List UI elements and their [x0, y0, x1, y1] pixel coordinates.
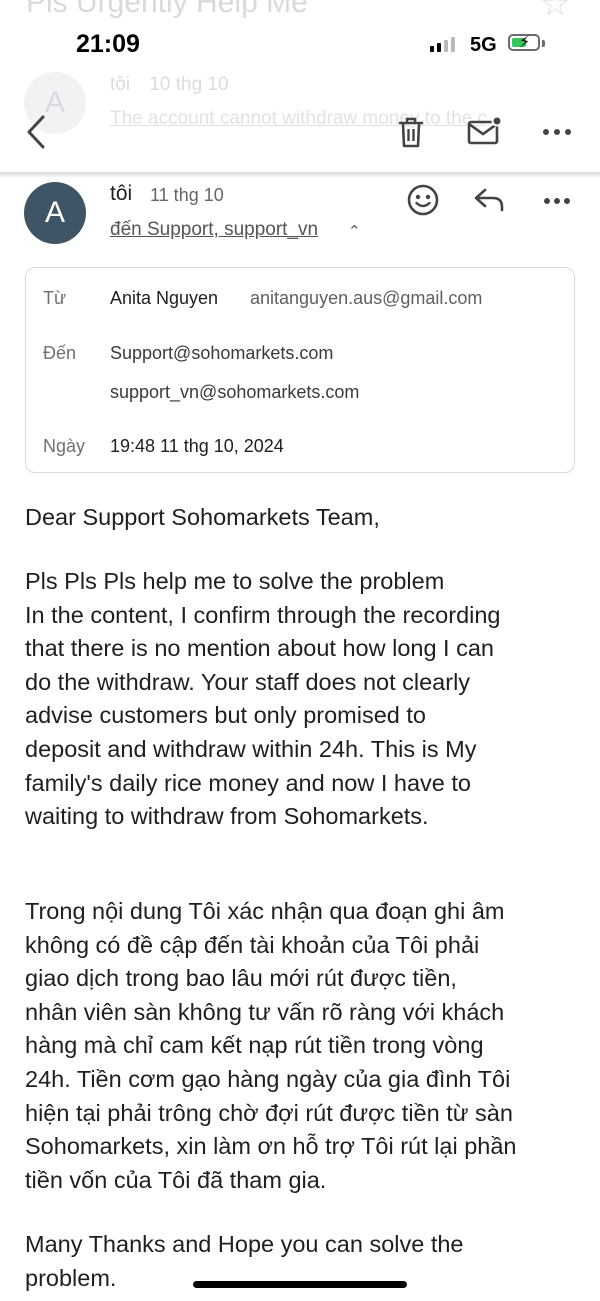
status-time: 21:09 [76, 30, 140, 58]
from-name[interactable]: Anita Nguyen [110, 288, 218, 309]
delete-button[interactable] [396, 114, 426, 150]
back-button[interactable] [18, 112, 54, 152]
avatar[interactable]: A [24, 182, 86, 244]
subject-title: Pls Urgently Help Me [26, 0, 308, 19]
previous-message-sender: tôi [110, 74, 131, 95]
more-horizontal-icon [544, 198, 570, 204]
battery-icon: ⚡ [508, 34, 540, 51]
message-date: 11 thg 10 [150, 185, 224, 205]
toolbar-shadow [0, 172, 600, 178]
body-english: Pls Pls Pls help me to solve the problem… [25, 568, 501, 830]
previous-message-meta[interactable]: tôi 10 thg 10 [110, 74, 229, 96]
previous-message-date: 10 thg 10 [149, 74, 229, 95]
date-value: 19:48 11 thg 10, 2024 [110, 436, 284, 456]
more-horizontal-icon [543, 129, 571, 135]
to-label: Đến [43, 343, 77, 363]
chevron-left-icon [27, 115, 45, 149]
to-email-1[interactable]: Support@sohomarkets.com [110, 343, 333, 364]
trash-icon [398, 117, 424, 148]
body-greeting: Dear Support Sohomarkets Team, [25, 504, 380, 530]
reply-icon [474, 188, 504, 212]
battery-cap [542, 40, 545, 47]
react-button[interactable] [405, 182, 441, 218]
chevron-up-icon[interactable]: ⌃ [348, 222, 361, 240]
signal-icon [430, 37, 455, 52]
from-email[interactable]: anitanguyen.aus@gmail.com [250, 288, 482, 309]
smiley-icon [407, 184, 439, 216]
to-email-2[interactable]: support_vn@sohomarkets.com [110, 382, 359, 403]
home-indicator [193, 1281, 407, 1288]
message-details-card: Từ Anita Nguyen anitanguyen.aus@gmail.co… [25, 267, 575, 473]
from-label: Từ [43, 288, 67, 308]
network-type: 5G [470, 34, 497, 56]
message-more-button[interactable] [541, 194, 573, 208]
sender-name: tôi [110, 182, 133, 205]
recipients-toggle[interactable]: đến Support, support_vn [110, 219, 318, 241]
more-options-button[interactable] [540, 122, 574, 142]
mail-unread-icon [467, 116, 503, 145]
date-label: Ngày [43, 436, 86, 456]
body-vietnamese: Trong nội dung Tôi xác nhận qua đoạn ghi… [25, 898, 517, 1193]
mark-unread-button[interactable] [466, 114, 504, 148]
reply-button[interactable] [472, 184, 506, 216]
star-icon[interactable]: ☆ [540, 0, 570, 24]
